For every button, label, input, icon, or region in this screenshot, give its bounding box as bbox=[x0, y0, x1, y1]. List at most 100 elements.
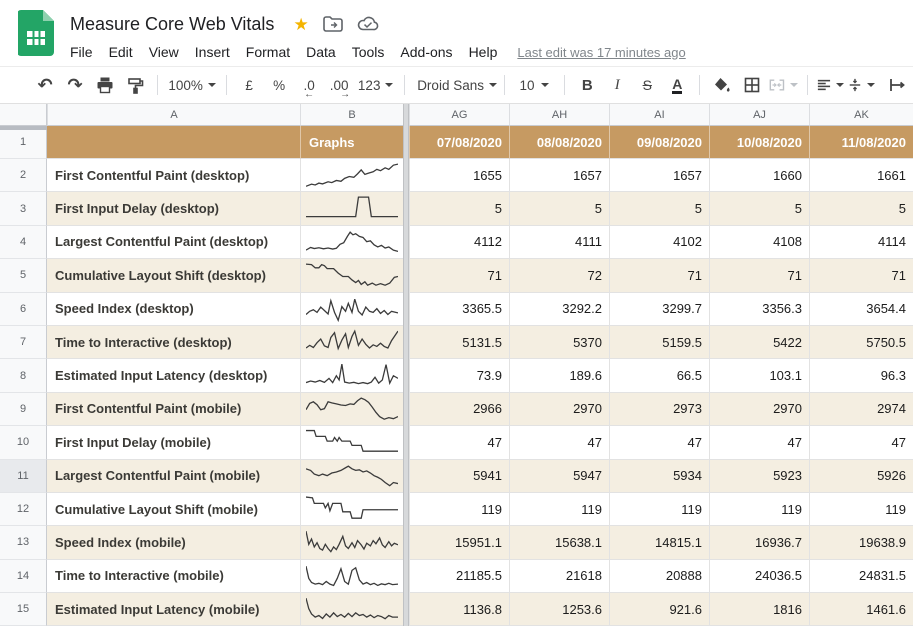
menu-item-view[interactable]: View bbox=[141, 42, 187, 62]
menu-item-tools[interactable]: Tools bbox=[344, 42, 393, 62]
value-cell[interactable]: 4112 bbox=[409, 226, 509, 259]
value-cell[interactable]: 1660 bbox=[709, 159, 809, 192]
menu-item-data[interactable]: Data bbox=[298, 42, 344, 62]
date-header-cell[interactable]: 07/08/2020 bbox=[409, 126, 509, 159]
value-cell[interactable]: 103.1 bbox=[709, 359, 809, 392]
value-cell[interactable]: 24831.5 bbox=[809, 560, 913, 593]
value-cell[interactable]: 5934 bbox=[609, 460, 709, 493]
value-cell[interactable]: 5926 bbox=[809, 460, 913, 493]
value-cell[interactable]: 47 bbox=[509, 426, 609, 459]
decrease-decimal-button[interactable]: .0 ← bbox=[296, 72, 322, 98]
value-cell[interactable]: 5131.5 bbox=[409, 326, 509, 359]
value-cell[interactable]: 71 bbox=[609, 259, 709, 292]
value-cell[interactable]: 3356.3 bbox=[709, 293, 809, 326]
date-header-cell[interactable]: 09/08/2020 bbox=[609, 126, 709, 159]
value-cell[interactable]: 2974 bbox=[809, 393, 913, 426]
metric-cell[interactable]: Cumulative Layout Shift (desktop) bbox=[47, 259, 300, 292]
value-cell[interactable]: 1461.6 bbox=[809, 593, 913, 626]
value-cell[interactable]: 4102 bbox=[609, 226, 709, 259]
value-cell[interactable]: 21618 bbox=[509, 560, 609, 593]
sparkline-cell[interactable] bbox=[300, 526, 403, 559]
menu-item-edit[interactable]: Edit bbox=[101, 42, 141, 62]
sparkline-cell[interactable] bbox=[300, 426, 403, 459]
value-cell[interactable]: 96.3 bbox=[809, 359, 913, 392]
metric-cell[interactable]: Time to Interactive (desktop) bbox=[47, 326, 300, 359]
row-number[interactable]: 9 bbox=[0, 393, 47, 426]
undo-button[interactable]: ↶ bbox=[32, 72, 58, 98]
metric-cell[interactable]: First Contentful Paint (desktop) bbox=[47, 159, 300, 192]
value-cell[interactable]: 47 bbox=[709, 426, 809, 459]
metric-cell[interactable]: First Input Delay (mobile) bbox=[47, 426, 300, 459]
value-cell[interactable]: 1136.8 bbox=[409, 593, 509, 626]
google-sheets-logo[interactable] bbox=[18, 10, 54, 56]
value-cell[interactable]: 189.6 bbox=[509, 359, 609, 392]
menu-item-file[interactable]: File bbox=[70, 42, 101, 62]
value-cell[interactable]: 47 bbox=[809, 426, 913, 459]
column-header-ai[interactable]: AI bbox=[609, 104, 709, 126]
value-cell[interactable]: 5 bbox=[709, 192, 809, 225]
row-number[interactable]: 7 bbox=[0, 326, 47, 359]
value-cell[interactable]: 921.6 bbox=[609, 593, 709, 626]
more-formats-button[interactable]: 123 bbox=[356, 72, 395, 98]
metric-cell[interactable]: Speed Index (desktop) bbox=[47, 293, 300, 326]
value-cell[interactable]: 1661 bbox=[809, 159, 913, 192]
value-cell[interactable]: 1655 bbox=[409, 159, 509, 192]
value-cell[interactable]: 16936.7 bbox=[709, 526, 809, 559]
metric-cell[interactable]: First Input Delay (desktop) bbox=[47, 192, 300, 225]
paint-format-button[interactable] bbox=[122, 72, 148, 98]
value-cell[interactable]: 1657 bbox=[509, 159, 609, 192]
value-cell[interactable]: 119 bbox=[709, 493, 809, 526]
value-cell[interactable]: 15951.1 bbox=[409, 526, 509, 559]
value-cell[interactable]: 21185.5 bbox=[409, 560, 509, 593]
value-cell[interactable]: 47 bbox=[409, 426, 509, 459]
value-cell[interactable]: 5370 bbox=[509, 326, 609, 359]
row-number[interactable]: 10 bbox=[0, 426, 47, 459]
value-cell[interactable]: 72 bbox=[509, 259, 609, 292]
metric-cell[interactable]: First Contentful Paint (mobile) bbox=[47, 393, 300, 426]
row-number[interactable]: 12 bbox=[0, 493, 47, 526]
column-header-aj[interactable]: AJ bbox=[709, 104, 809, 126]
sparkline-cell[interactable] bbox=[300, 192, 403, 225]
value-cell[interactable]: 119 bbox=[509, 493, 609, 526]
column-header-ak[interactable]: AK bbox=[809, 104, 913, 126]
bold-button[interactable]: B bbox=[574, 72, 600, 98]
select-all-corner[interactable] bbox=[0, 104, 47, 126]
value-cell[interactable]: 119 bbox=[409, 493, 509, 526]
row-number[interactable]: 14 bbox=[0, 560, 47, 593]
borders-button[interactable] bbox=[739, 72, 765, 98]
value-cell[interactable]: 5923 bbox=[709, 460, 809, 493]
value-cell[interactable]: 3365.5 bbox=[409, 293, 509, 326]
frozen-rows-handle[interactable] bbox=[0, 126, 47, 130]
value-cell[interactable]: 5947 bbox=[509, 460, 609, 493]
redo-button[interactable]: ↷ bbox=[62, 72, 88, 98]
value-cell[interactable]: 66.5 bbox=[609, 359, 709, 392]
print-button[interactable] bbox=[92, 72, 118, 98]
value-cell[interactable]: 119 bbox=[609, 493, 709, 526]
merge-cells-button[interactable] bbox=[769, 72, 798, 98]
menu-item-insert[interactable]: Insert bbox=[187, 42, 238, 62]
zoom-select[interactable]: 100% bbox=[167, 72, 217, 98]
value-cell[interactable]: 24036.5 bbox=[709, 560, 809, 593]
value-cell[interactable]: 2970 bbox=[709, 393, 809, 426]
sparkline-cell[interactable] bbox=[300, 593, 403, 626]
last-edit-link[interactable]: Last edit was 17 minutes ago bbox=[517, 45, 685, 60]
row-number[interactable]: 4 bbox=[0, 226, 47, 259]
value-cell[interactable]: 2966 bbox=[409, 393, 509, 426]
value-cell[interactable]: 20888 bbox=[609, 560, 709, 593]
document-title[interactable]: Measure Core Web Vitals bbox=[70, 14, 274, 35]
value-cell[interactable]: 4111 bbox=[509, 226, 609, 259]
row-number[interactable]: 3 bbox=[0, 192, 47, 225]
metric-cell[interactable]: Time to Interactive (mobile) bbox=[47, 560, 300, 593]
value-cell[interactable]: 5 bbox=[409, 192, 509, 225]
menu-item-help[interactable]: Help bbox=[461, 42, 506, 62]
fill-color-button[interactable] bbox=[709, 72, 735, 98]
value-cell[interactable]: 5 bbox=[609, 192, 709, 225]
value-cell[interactable]: 14815.1 bbox=[609, 526, 709, 559]
sparkline-cell[interactable] bbox=[300, 159, 403, 192]
value-cell[interactable]: 3654.4 bbox=[809, 293, 913, 326]
value-cell[interactable]: 1253.6 bbox=[509, 593, 609, 626]
value-cell[interactable]: 119 bbox=[809, 493, 913, 526]
value-cell[interactable]: 5 bbox=[809, 192, 913, 225]
sparkline-cell[interactable] bbox=[300, 460, 403, 493]
row-number[interactable]: 5 bbox=[0, 259, 47, 292]
